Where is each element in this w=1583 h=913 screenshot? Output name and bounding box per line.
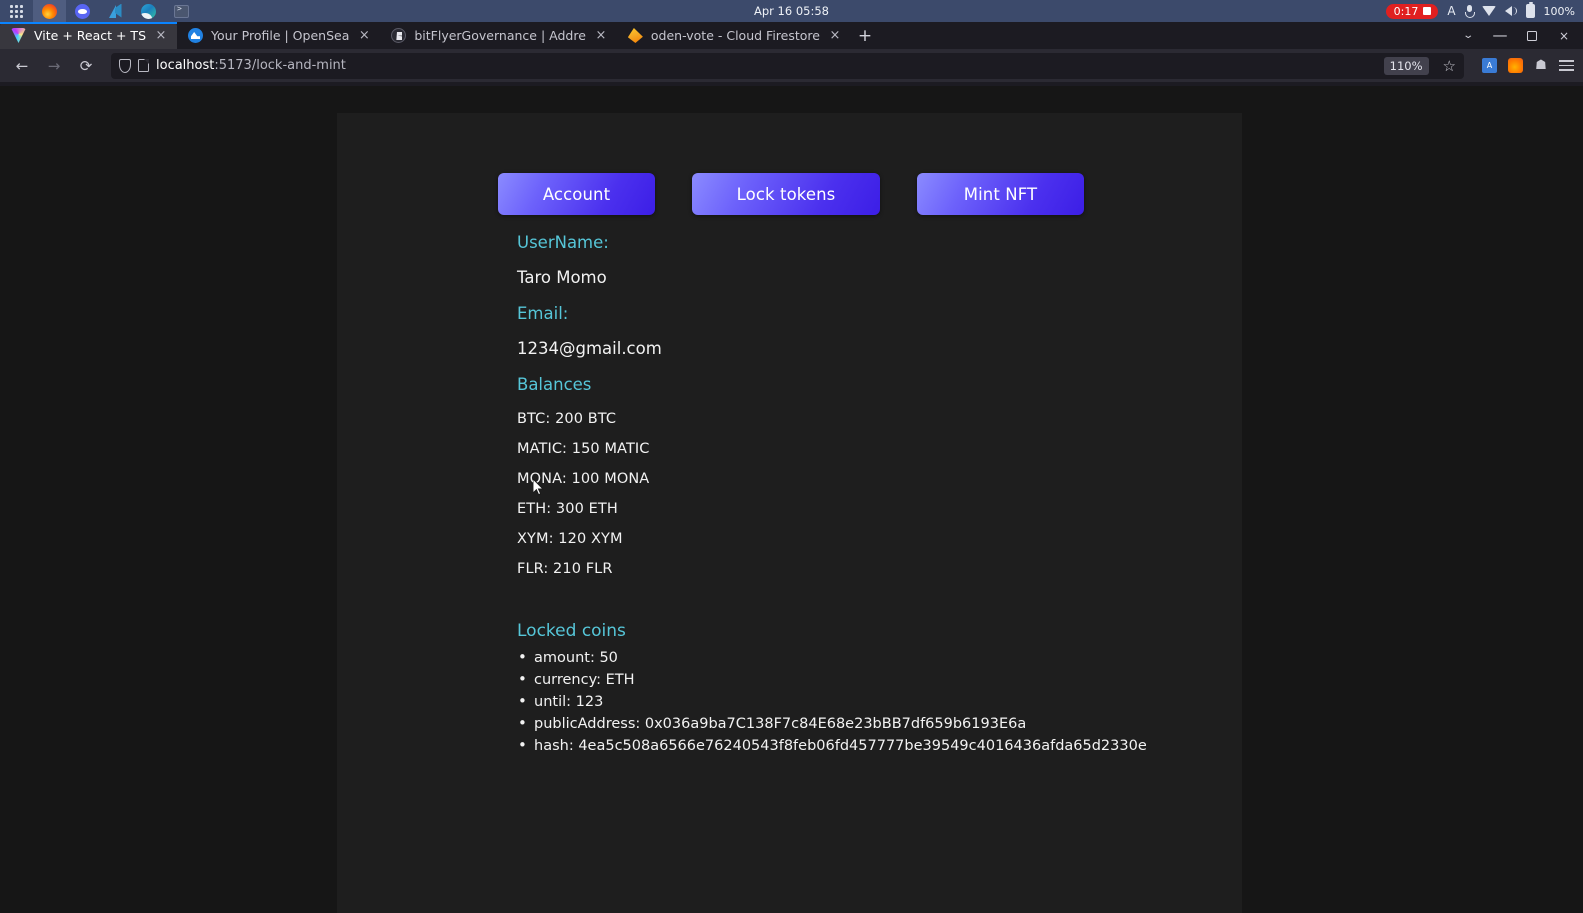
url-path: :5173/lock-and-mint (214, 58, 346, 73)
mint-nft-button[interactable]: Mint NFT (917, 173, 1084, 215)
address-bar[interactable]: localhost:5173/lock-and-mint 110% ☆ (111, 52, 1464, 79)
opensea-icon (188, 28, 203, 43)
star-icon[interactable]: ☆ (1443, 57, 1456, 75)
wifi-icon[interactable] (1481, 6, 1496, 16)
list-item: publicAddress: 0x036a9ba7C138F7c84E68e23… (517, 712, 1217, 735)
username-value: Taro Momo (517, 268, 607, 287)
extensions-area: A ☗ (1472, 58, 1576, 73)
tab-close-icon[interactable]: × (594, 29, 608, 42)
app-container: Account Lock tokens Mint NFT UserName: T… (337, 113, 1242, 913)
edge-icon[interactable] (132, 0, 165, 22)
list-item: until: 123 (517, 690, 1217, 713)
chevron-down-glyph: ⌄ (1462, 30, 1474, 41)
bitflyer-icon (391, 28, 407, 43)
tab-list-chevron-down-icon[interactable]: ⌄ (1453, 24, 1483, 48)
tab-title: bitFlyerGovernance | Addre (414, 28, 586, 43)
page-viewport: Account Lock tokens Mint NFT UserName: T… (0, 86, 1583, 913)
list-item: amount: 50 (517, 646, 1217, 669)
balances-list: BTC: 200 BTC MATIC: 150 MATIC MONA: 100 … (517, 411, 1217, 577)
back-button[interactable]: ← (7, 52, 37, 80)
tab-title: oden-vote - Cloud Firestore (650, 28, 820, 43)
vite-icon (11, 28, 26, 43)
battery-percent: 100% (1543, 4, 1575, 18)
locked-coins-title: Locked coins (517, 621, 626, 641)
email-label: Email: (517, 304, 569, 323)
window-maximize-button[interactable] (1517, 24, 1547, 48)
action-button-row: Account Lock tokens Mint NFT (498, 173, 1084, 215)
terminal-icon[interactable] (165, 0, 198, 22)
stop-square-icon[interactable] (1423, 7, 1432, 15)
tab-title: Vite + React + TS (34, 28, 146, 43)
window-close-button[interactable]: × (1549, 24, 1579, 48)
tab-strip: Vite + React + TS × Your Profile | OpenS… (0, 22, 1583, 49)
url-text: localhost:5173/lock-and-mint (156, 58, 346, 73)
balance-item: BTC: 200 BTC (517, 411, 617, 427)
system-bar: Apr 16 05:58 0:17 A 100% (0, 0, 1583, 22)
firestore-icon (627, 28, 643, 43)
balance-item: XYM: 120 XYM (517, 531, 623, 547)
browser-tab-firestore[interactable]: oden-vote - Cloud Firestore × (617, 22, 851, 49)
browser-tab-opensea[interactable]: Your Profile | OpenSea × (177, 22, 380, 49)
new-tab-button[interactable]: + (851, 22, 879, 49)
zoom-level-badge[interactable]: 110% (1383, 56, 1429, 75)
tab-close-icon[interactable]: × (357, 29, 371, 42)
username-label: UserName: (517, 233, 609, 252)
battery-icon[interactable] (1525, 2, 1535, 18)
browser-tab-vite[interactable]: Vite + React + TS × (0, 22, 177, 49)
metamask-fox-icon[interactable] (1508, 58, 1523, 73)
vscode-icon[interactable] (99, 0, 132, 22)
email-value: 1234@gmail.com (517, 339, 662, 358)
maximize-icon (1527, 30, 1537, 41)
keyboard-layout-indicator[interactable]: A (1447, 4, 1455, 18)
balances-label: Balances (517, 375, 592, 394)
url-host: localhost (156, 58, 215, 73)
balance-item: FLR: 210 FLR (517, 561, 613, 577)
account-details: UserName: Taro Momo Email: 1234@gmail.co… (517, 233, 1217, 757)
list-item: currency: ETH (517, 668, 1217, 691)
minimize-icon: — (1492, 26, 1508, 44)
system-launcher (0, 0, 198, 22)
microphone-icon[interactable] (1464, 4, 1475, 18)
translate-icon[interactable]: A (1482, 58, 1497, 73)
recording-time: 0:17 (1393, 4, 1419, 18)
window-controls: ⌄ — × (1453, 22, 1583, 49)
balance-item: ETH: 300 ETH (517, 501, 618, 517)
account-button[interactable]: Account (498, 173, 655, 215)
tab-title: Your Profile | OpenSea (211, 28, 350, 43)
navigation-bar: ← → ⟳ localhost:5173/lock-and-mint 110% … (0, 49, 1583, 82)
tab-close-icon[interactable]: × (154, 29, 168, 42)
balance-item: MONA: 100 MONA (517, 471, 650, 487)
hamburger-menu-icon[interactable] (1559, 60, 1574, 71)
pocket-icon[interactable]: ☗ (1534, 58, 1548, 73)
system-clock: Apr 16 05:58 (754, 4, 829, 18)
recording-badge[interactable]: 0:17 (1385, 3, 1439, 19)
volume-icon[interactable] (1504, 6, 1517, 16)
locked-coins-list: amount: 50 currency: ETH until: 123 publ… (517, 646, 1217, 757)
balance-item: MATIC: 150 MATIC (517, 441, 650, 457)
tab-close-icon[interactable]: × (828, 29, 842, 42)
shield-icon[interactable] (119, 58, 131, 73)
close-icon: × (1558, 28, 1570, 43)
list-item: hash: 4ea5c508a6566e76240543f8feb06fd457… (517, 734, 1217, 757)
firefox-icon[interactable] (33, 0, 66, 22)
browser-tab-bitflyer[interactable]: bitFlyerGovernance | Addre × (380, 22, 617, 49)
browser-window: Vite + React + TS × Your Profile | OpenS… (0, 22, 1583, 913)
system-tray: 0:17 A 100% (1385, 0, 1583, 22)
lock-tokens-button[interactable]: Lock tokens (692, 173, 880, 215)
window-minimize-button[interactable]: — (1485, 24, 1515, 48)
forward-button[interactable]: → (39, 52, 69, 80)
reload-button[interactable]: ⟳ (71, 52, 101, 80)
page-info-icon[interactable] (138, 58, 150, 72)
discord-icon[interactable] (66, 0, 99, 22)
apps-grid-icon[interactable] (0, 0, 33, 22)
